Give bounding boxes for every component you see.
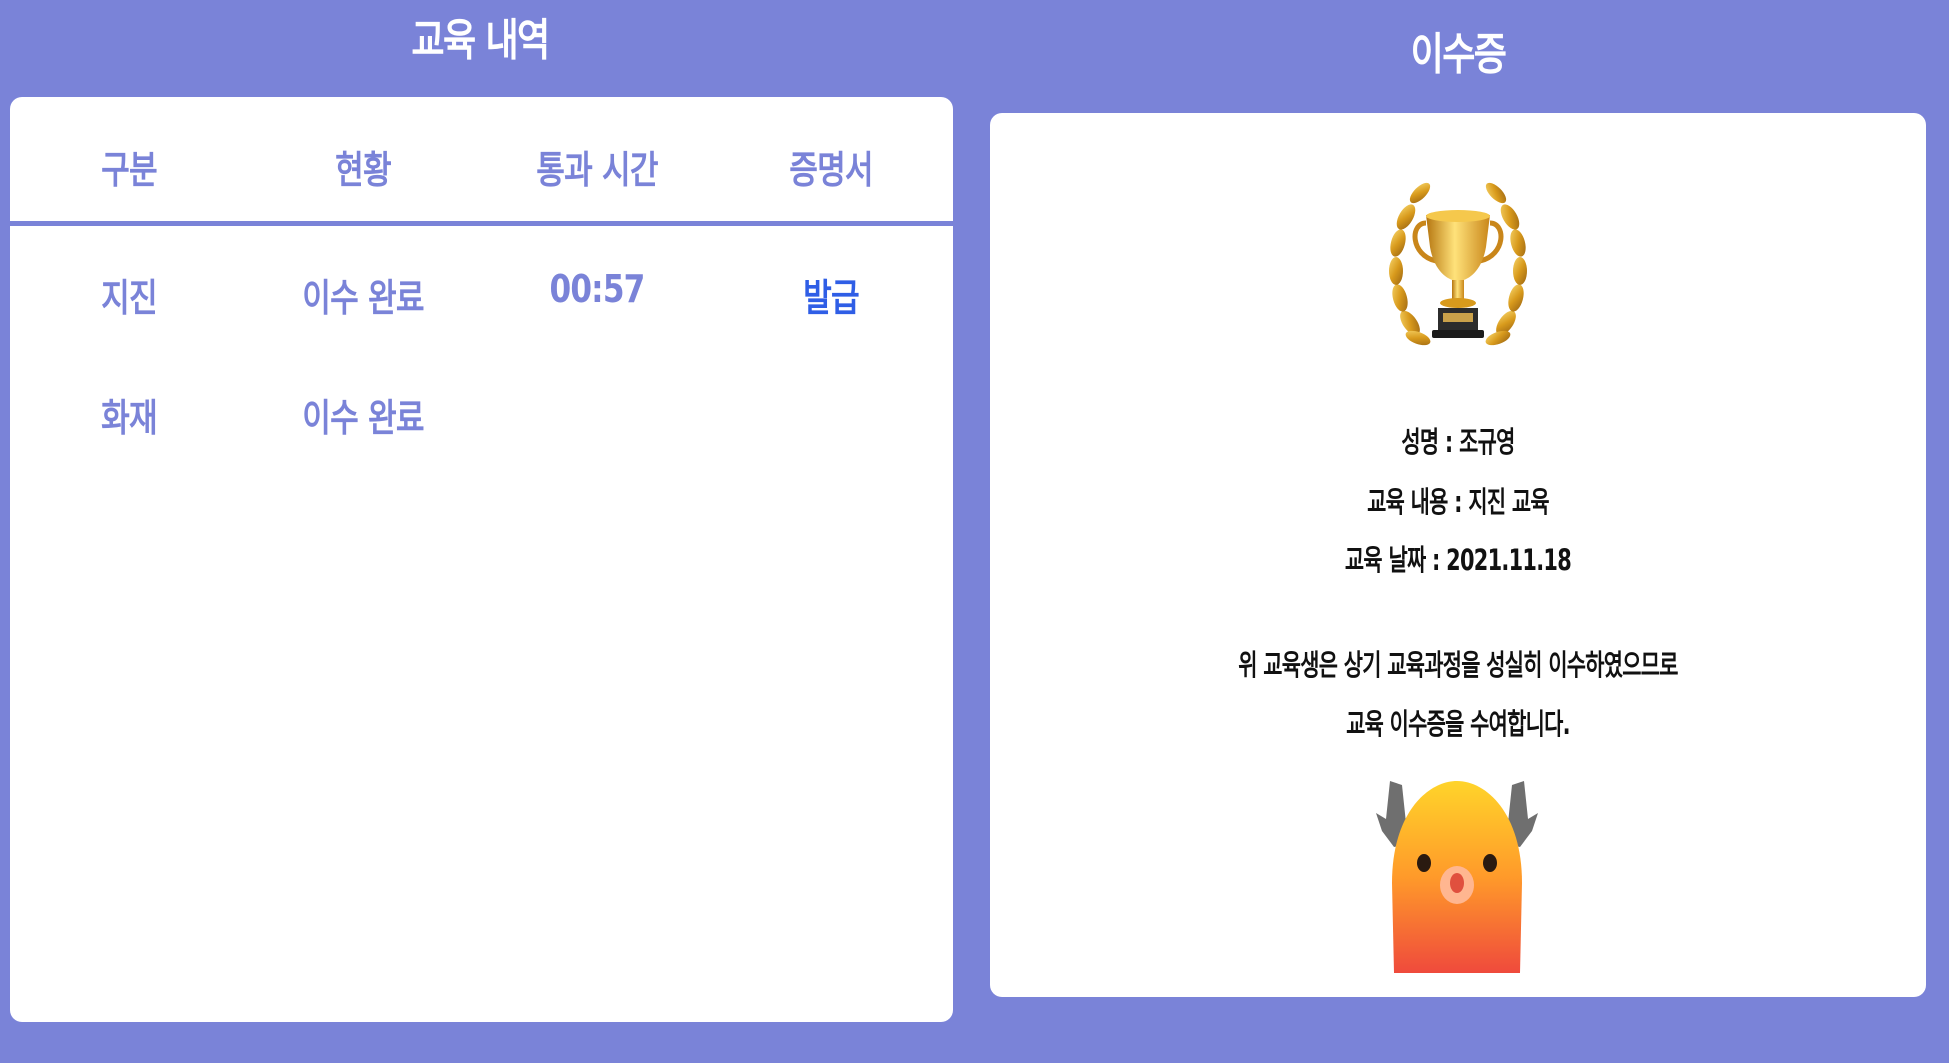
certificate-message-line1: 위 교육생은 상기 교육과정을 성실히 이수하였으므로 <box>1238 648 1678 682</box>
history-panel: 구분 현황 통과 시간 증명서 지진 이수 완료 00:57 발급 화재 이수 … <box>10 97 953 1022</box>
row-2-status: 이수 완료 <box>302 396 424 440</box>
column-header-status: 현황 <box>335 148 392 192</box>
row-2-category: 화재 <box>101 396 158 440</box>
column-header-category: 구분 <box>101 148 158 192</box>
column-header-certificate: 증명서 <box>789 148 873 192</box>
row-1-category: 지진 <box>101 276 158 320</box>
certificate-message-line2: 교육 이수증을 수여합니다. <box>1346 707 1570 741</box>
header-divider <box>10 221 953 226</box>
issue-certificate-button[interactable]: 발급 <box>735 267 927 322</box>
certificate-panel: 성명 : 조규영 교육 내용 : 지진 교육 교육 날짜 : 2021.11.1… <box>990 113 1926 997</box>
column-header-time: 통과 시간 <box>536 148 658 192</box>
certificate-course: 교육 내용 : 지진 교육 <box>1367 485 1549 519</box>
history-title: 교육 내역 <box>411 15 550 66</box>
row-1-time: 00:57 <box>549 267 645 311</box>
row-1-status: 이수 완료 <box>302 276 424 320</box>
certificate-title: 이수증 <box>1410 29 1507 80</box>
certificate-name: 성명 : 조규영 <box>1401 425 1515 459</box>
mascot-icon <box>1376 781 1538 973</box>
trophy-icon <box>1389 182 1527 346</box>
certificate-date: 교육 날짜 : 2021.11.18 <box>1344 543 1572 577</box>
